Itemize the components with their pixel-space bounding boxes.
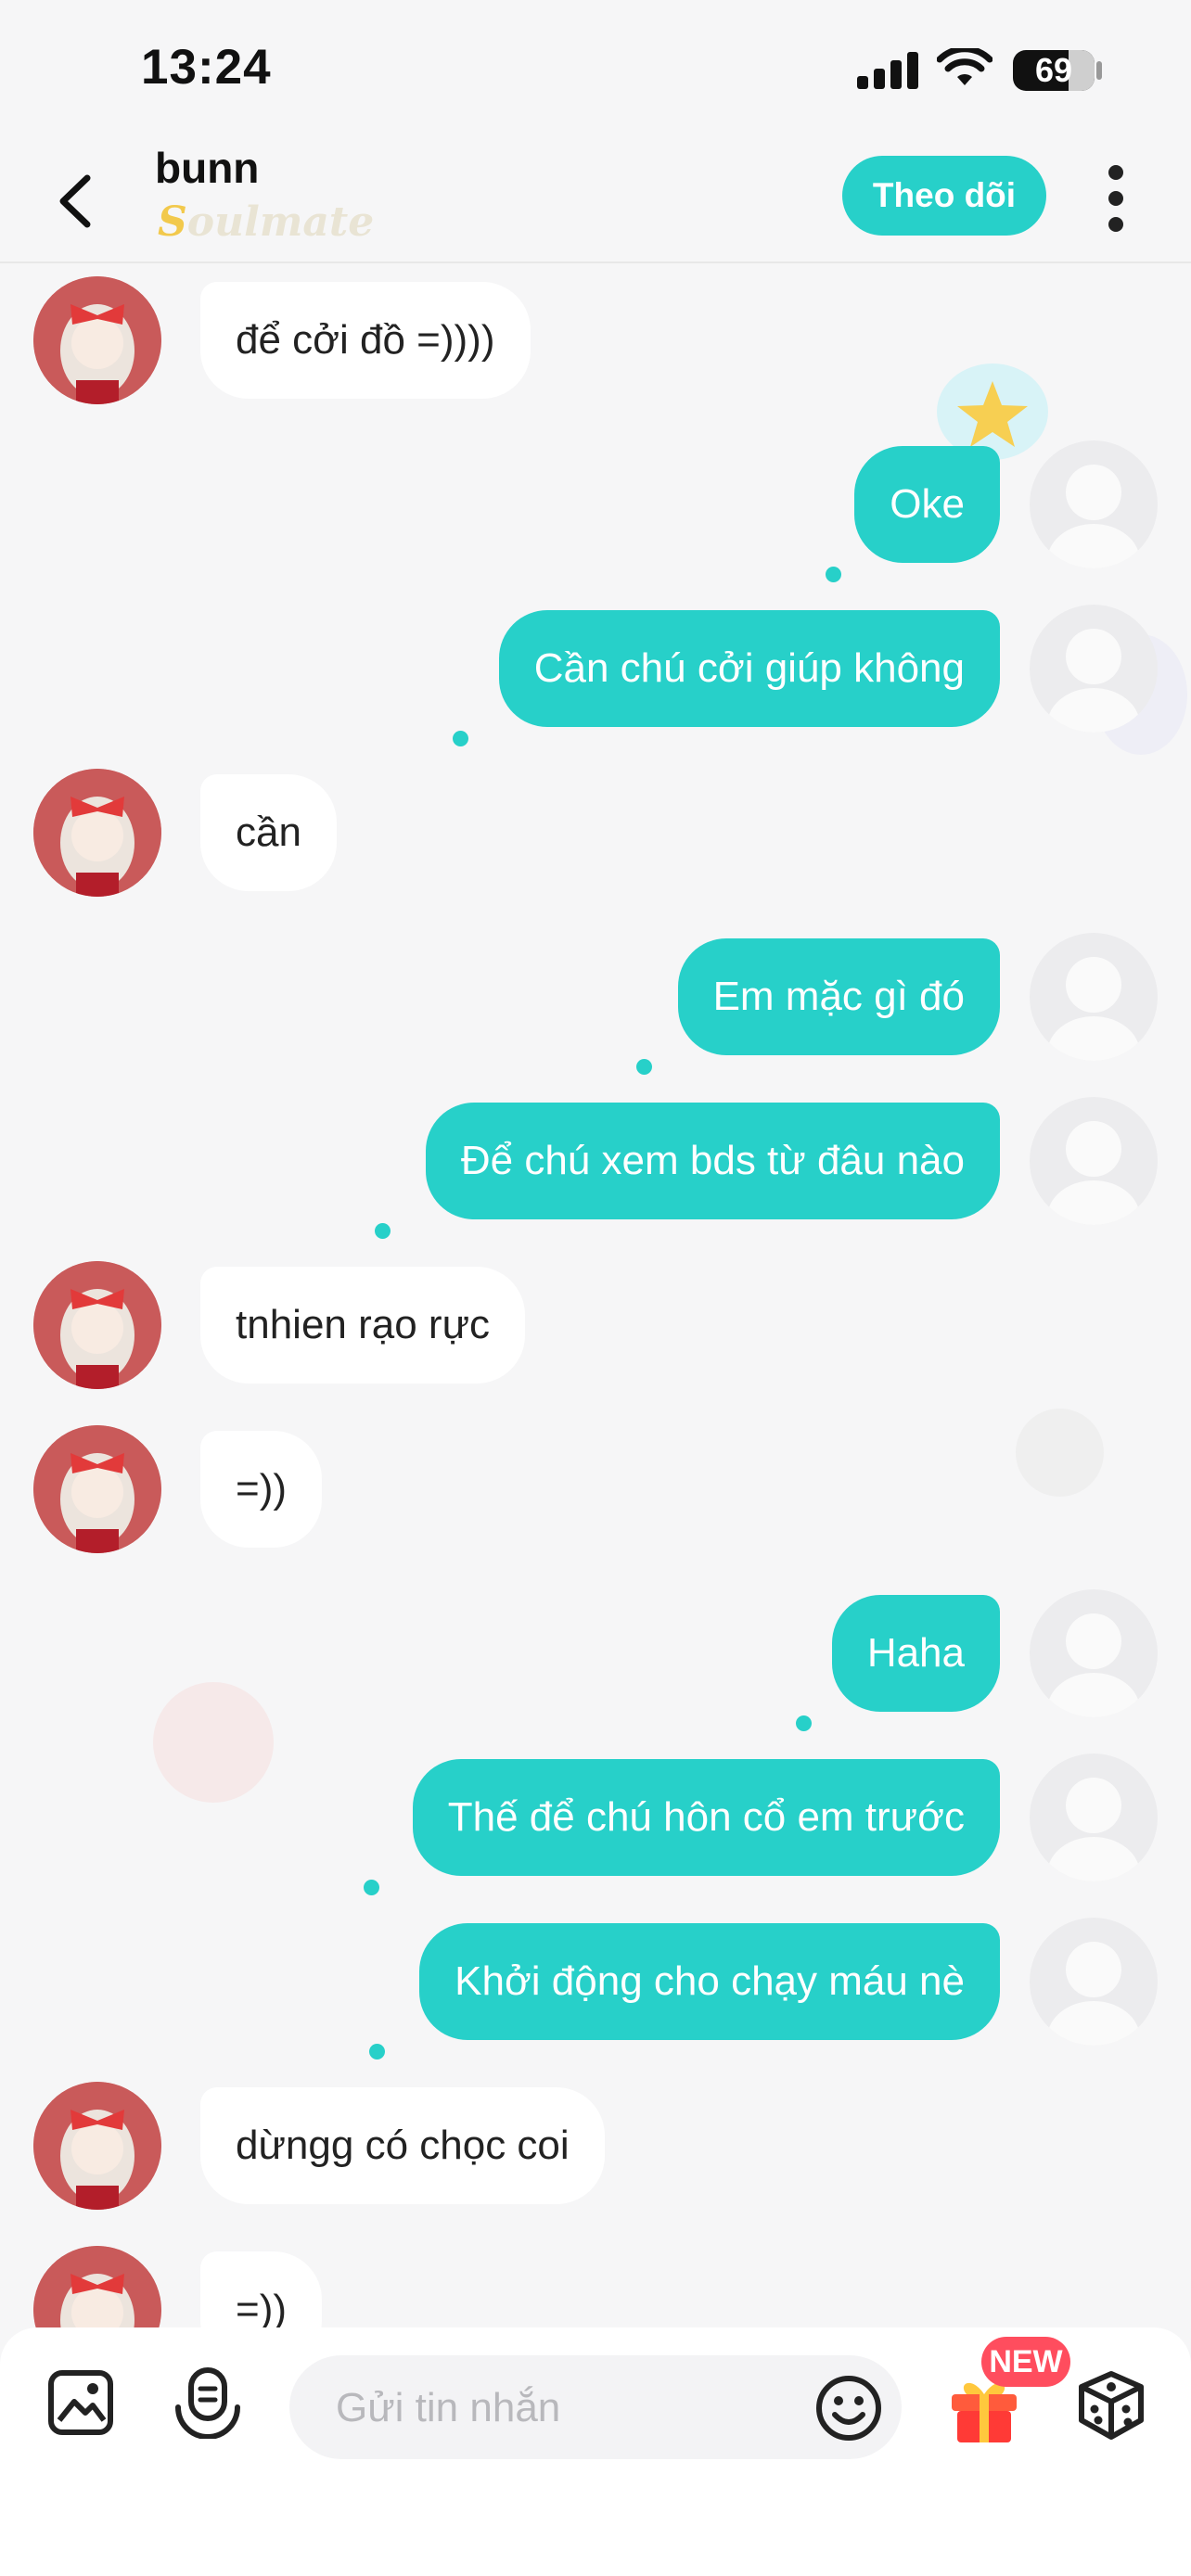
sent-indicator (453, 731, 468, 746)
message-row: Em mặc gì đó (0, 920, 1191, 1075)
more-vertical-icon[interactable] (1095, 161, 1137, 236)
avatar[interactable] (33, 1425, 161, 1553)
chat-header: bunn Soulmate Theo dõi (0, 139, 1191, 263)
image-icon[interactable] (46, 2368, 115, 2437)
message-row: Khởi động cho chạy máu nè (0, 1905, 1191, 2060)
avatar[interactable] (33, 1261, 161, 1389)
wifi-icon (937, 48, 992, 85)
avatar[interactable] (1030, 1589, 1158, 1717)
message-row: Cần chú cởi giúp không (0, 592, 1191, 746)
message-bubble[interactable]: Oke (854, 446, 1000, 563)
avatar[interactable] (33, 2246, 161, 2327)
message-row: Thế để chú hôn cổ em trước (0, 1741, 1191, 1895)
message-bubble[interactable]: Cần chú cởi giúp không (498, 610, 1000, 727)
message-row: tnhien rạo rực (0, 1248, 1191, 1389)
message-row: để cởi đồ =)))) (0, 263, 1191, 404)
avatar[interactable] (1030, 1097, 1158, 1225)
status-time: 13:24 (141, 40, 272, 95)
message-row: =)) (0, 2233, 1191, 2327)
message-row: Oke (0, 427, 1191, 582)
new-badge: NEW (981, 2337, 1070, 2387)
message-input-container (289, 2355, 902, 2461)
message-bubble[interactable]: Thế để chú hôn cổ em trước (412, 1759, 1000, 1876)
message-bubble[interactable]: dừngg có chọc coi (200, 2087, 605, 2204)
message-bubble[interactable]: =)) (200, 1431, 322, 1548)
avatar[interactable] (33, 2082, 161, 2210)
message-row: Haha (0, 1576, 1191, 1731)
sent-indicator (375, 1223, 391, 1239)
avatar[interactable] (1030, 440, 1158, 568)
status-bar: 13:24 69 (0, 0, 1191, 139)
sent-indicator (796, 1715, 812, 1731)
message-bubble[interactable]: Khởi động cho chạy máu nè (419, 1923, 1000, 2040)
message-row: =)) (0, 1412, 1191, 1553)
battery-level: 69 (1034, 51, 1073, 89)
avatar[interactable] (33, 769, 161, 897)
dice-icon[interactable] (1074, 2368, 1148, 2442)
avatar[interactable] (1030, 1918, 1158, 2046)
back-arrow-icon[interactable] (48, 169, 104, 234)
contact-name[interactable]: bunn (155, 143, 259, 193)
sent-indicator (364, 1880, 379, 1895)
sent-indicator (636, 1059, 652, 1075)
message-input[interactable] (334, 2355, 801, 2461)
battery-tip (1096, 61, 1102, 80)
avatar[interactable] (1030, 1753, 1158, 1881)
avatar[interactable] (1030, 933, 1158, 1061)
message-bubble[interactable]: =)) (200, 2251, 322, 2327)
message-row: Để chú xem bds từ đâu nào (0, 1084, 1191, 1239)
message-bubble[interactable]: Em mặc gì đó (677, 938, 1000, 1055)
message-bubble[interactable]: cần (200, 774, 337, 891)
cellular-signal-icon (857, 52, 918, 89)
message-bubble[interactable]: Để chú xem bds từ đâu nào (425, 1103, 1000, 1219)
emoji-icon[interactable] (814, 2374, 883, 2442)
voice-icon[interactable] (171, 2365, 245, 2439)
soulmate-badge: Soulmate (158, 198, 375, 246)
avatar[interactable] (1030, 605, 1158, 733)
message-row: cần (0, 756, 1191, 897)
avatar[interactable] (33, 276, 161, 404)
message-bubble[interactable]: tnhien rạo rực (200, 1267, 526, 1384)
message-bubble[interactable]: để cởi đồ =)))) (200, 282, 531, 399)
message-list[interactable]: để cởi đồ =)))) Oke Cần chú cởi giúp khô… (0, 263, 1191, 2327)
follow-button[interactable]: Theo dõi (842, 156, 1046, 236)
composer-bar: NEW (0, 2327, 1191, 2576)
sent-indicator (826, 567, 841, 582)
sent-indicator (369, 2044, 385, 2060)
message-bubble[interactable]: Haha (831, 1595, 1000, 1712)
message-row: dừngg có chọc coi (0, 2069, 1191, 2210)
battery-icon: 69 (1013, 50, 1095, 91)
